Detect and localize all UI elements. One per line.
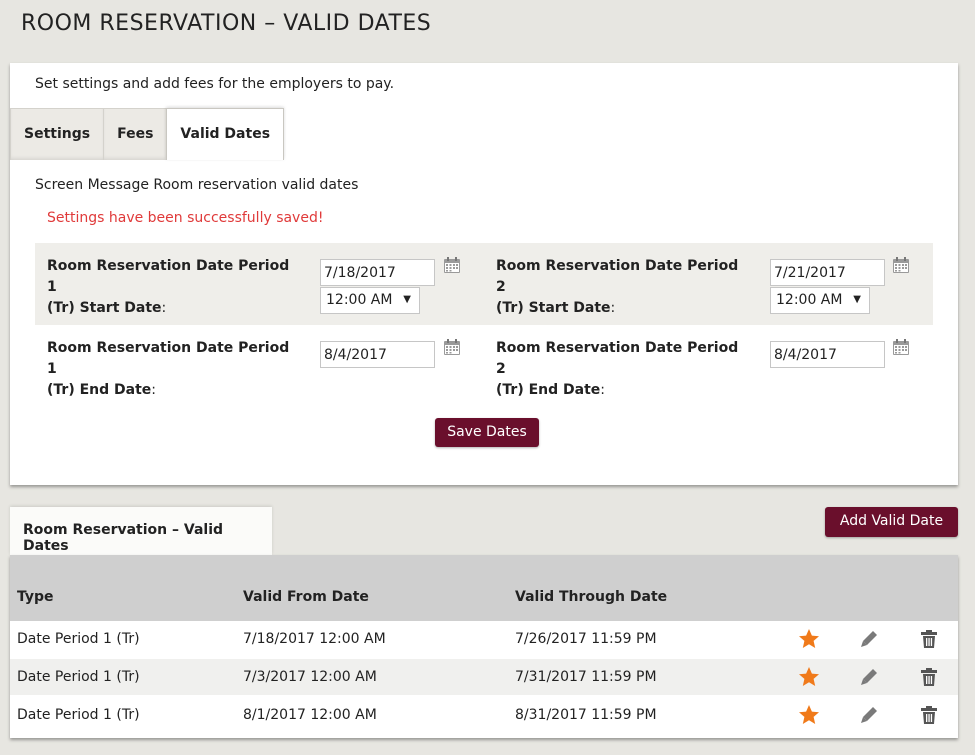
pencil-icon[interactable] bbox=[858, 704, 880, 726]
cell-type: Date Period 1 (Tr) bbox=[17, 707, 140, 723]
label-line: Room Reservation Date Period 1 bbox=[47, 340, 290, 377]
label-line: (Tr) Start Date bbox=[47, 300, 162, 316]
page-title: ROOM RESERVATION – VALID DATES bbox=[21, 11, 432, 36]
trash-icon[interactable] bbox=[918, 628, 940, 650]
start-date-row: Room Reservation Date Period 1 (Tr) Star… bbox=[35, 243, 933, 325]
tab-fees[interactable]: Fees bbox=[103, 108, 168, 160]
period1-end-label: Room Reservation Date Period 1 (Tr) End … bbox=[47, 338, 297, 401]
table-row: Date Period 1 (Tr) 7/18/2017 12:00 AM 7/… bbox=[10, 621, 958, 657]
label-line: Room Reservation Date Period 2 bbox=[496, 340, 739, 377]
period1-start-time-select[interactable]: 12:00 AM ▼ bbox=[320, 287, 420, 314]
panel-description: Set settings and add fees for the employ… bbox=[35, 76, 395, 92]
valid-dates-table: Type Valid From Date Valid Through Date … bbox=[10, 555, 958, 738]
table-header: Type Valid From Date Valid Through Date bbox=[10, 555, 958, 621]
period1-start-label: Room Reservation Date Period 1 (Tr) Star… bbox=[47, 256, 297, 319]
settings-panel: Set settings and add fees for the employ… bbox=[10, 63, 958, 485]
label-colon: : bbox=[600, 382, 605, 398]
trash-icon[interactable] bbox=[918, 666, 940, 688]
cell-valid-through: 8/31/2017 11:59 PM bbox=[515, 707, 657, 723]
time-value: 12:00 AM bbox=[326, 292, 393, 308]
label-line: (Tr) End Date bbox=[47, 382, 152, 398]
cell-type: Date Period 1 (Tr) bbox=[17, 631, 140, 647]
period1-end-date-input[interactable] bbox=[320, 341, 435, 368]
calendar-icon[interactable] bbox=[443, 338, 461, 356]
cell-valid-from: 7/3/2017 12:00 AM bbox=[243, 669, 377, 685]
star-icon[interactable] bbox=[798, 628, 820, 650]
screen-message: Screen Message Room reservation valid da… bbox=[35, 177, 359, 193]
column-header-valid-from[interactable]: Valid From Date bbox=[243, 589, 369, 605]
period2-start-date-input[interactable] bbox=[770, 259, 885, 286]
star-icon[interactable] bbox=[798, 704, 820, 726]
tab-valid-dates[interactable]: Valid Dates bbox=[166, 108, 285, 160]
pencil-icon[interactable] bbox=[858, 666, 880, 688]
success-message: Settings have been successfully saved! bbox=[47, 210, 324, 226]
period2-end-date-input[interactable] bbox=[770, 341, 885, 368]
label-line: Room Reservation Date Period 2 bbox=[496, 258, 739, 295]
label-colon: : bbox=[161, 300, 167, 316]
end-date-row: Room Reservation Date Period 1 (Tr) End … bbox=[35, 325, 933, 403]
calendar-icon[interactable] bbox=[892, 338, 910, 356]
calendar-icon[interactable] bbox=[443, 256, 461, 274]
cell-valid-from: 7/18/2017 12:00 AM bbox=[243, 631, 386, 647]
column-header-valid-through[interactable]: Valid Through Date bbox=[515, 589, 667, 605]
time-value: 12:00 AM bbox=[776, 292, 843, 308]
add-valid-date-button[interactable]: Add Valid Date bbox=[825, 507, 958, 537]
label-line: (Tr) End Date bbox=[496, 382, 601, 398]
tab-settings[interactable]: Settings bbox=[10, 108, 105, 160]
label-colon: : bbox=[151, 382, 156, 398]
cell-valid-through: 7/26/2017 11:59 PM bbox=[515, 631, 657, 647]
settings-tabs: Settings Fees Valid Dates bbox=[10, 108, 285, 160]
cell-valid-through: 7/31/2017 11:59 PM bbox=[515, 669, 657, 685]
column-header-type[interactable]: Type bbox=[17, 589, 54, 605]
period2-end-label: Room Reservation Date Period 2 (Tr) End … bbox=[496, 338, 746, 401]
period2-start-label: Room Reservation Date Period 2 (Tr) Star… bbox=[496, 256, 746, 319]
save-dates-button[interactable]: Save Dates bbox=[435, 418, 539, 447]
chevron-down-icon: ▼ bbox=[853, 294, 861, 305]
tab-room-reservation-valid-dates[interactable]: Room Reservation – Valid Dates bbox=[10, 507, 272, 555]
period2-start-time-select[interactable]: 12:00 AM ▼ bbox=[770, 287, 870, 314]
chevron-down-icon: ▼ bbox=[403, 294, 411, 305]
table-row: Date Period 1 (Tr) 7/3/2017 12:00 AM 7/3… bbox=[10, 659, 958, 695]
cell-valid-from: 8/1/2017 12:00 AM bbox=[243, 707, 377, 723]
table-row: Date Period 1 (Tr) 8/1/2017 12:00 AM 8/3… bbox=[10, 697, 958, 733]
label-line: (Tr) Start Date bbox=[496, 300, 611, 316]
trash-icon[interactable] bbox=[918, 704, 940, 726]
label-colon: : bbox=[610, 300, 616, 316]
star-icon[interactable] bbox=[798, 666, 820, 688]
calendar-icon[interactable] bbox=[892, 256, 910, 274]
pencil-icon[interactable] bbox=[858, 628, 880, 650]
period1-start-date-input[interactable] bbox=[320, 259, 435, 286]
label-line: Room Reservation Date Period 1 bbox=[47, 258, 290, 295]
cell-type: Date Period 1 (Tr) bbox=[17, 669, 140, 685]
